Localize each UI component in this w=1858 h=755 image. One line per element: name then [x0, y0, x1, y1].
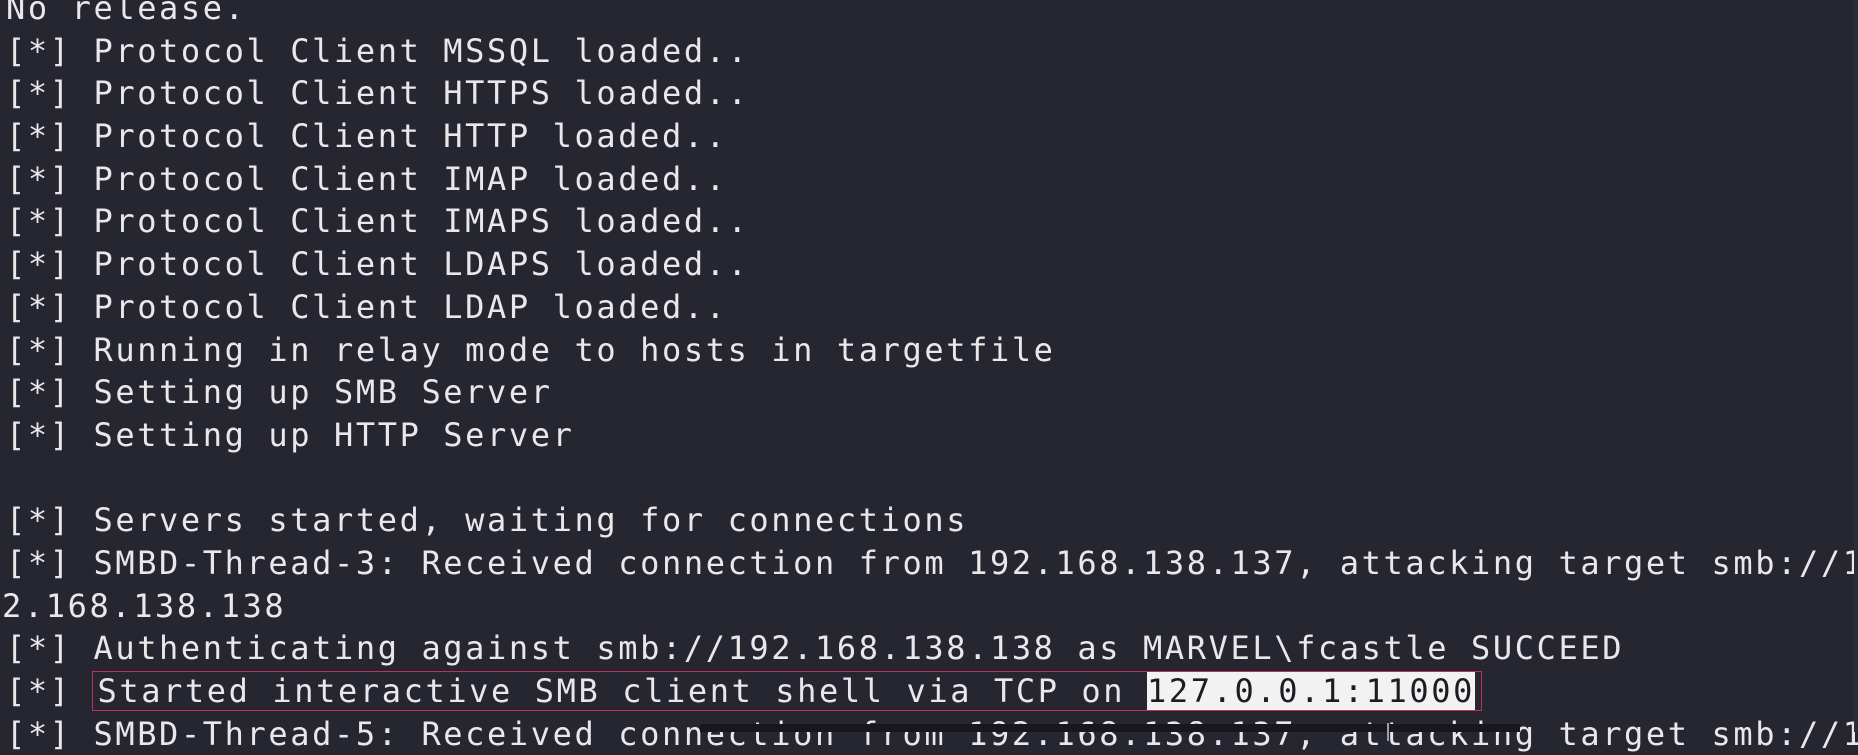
scrollbar[interactable] — [1854, 0, 1858, 732]
terminal-line: [*] Protocol Client LDAP loaded.. — [6, 287, 728, 326]
line-prefix: [*] — [6, 672, 94, 710]
shell-message: Started interactive SMB client shell via… — [97, 672, 1148, 710]
terminal-line: [*] Authenticating against smb://192.168… — [6, 629, 1625, 668]
terminal-line: [*] Protocol Client HTTP loaded.. — [6, 117, 728, 156]
terminal-line: [*] Setting up HTTP Server — [6, 415, 575, 454]
terminal-line: [*] Protocol Client HTTPS loaded.. — [6, 74, 750, 113]
terminal-line: [*] Setting up SMB Server — [6, 373, 553, 412]
terminal-line: No release. — [6, 0, 247, 27]
bottom-edge-bar — [700, 724, 1520, 732]
terminal-line: [*] Protocol Client IMAP loaded.. — [6, 159, 728, 198]
text-cursor-icon — [1387, 723, 1389, 741]
terminal-line: [*] Protocol Client MSSQL loaded.. — [6, 31, 750, 70]
terminal-line: [*] Servers started, waiting for connect… — [6, 501, 969, 540]
terminal-line-boxed: [*] Started interactive SMB client shell… — [0, 670, 1858, 713]
terminal-line-wrapped: 2.168.138.138 — [2, 586, 287, 625]
terminal-output[interactable]: No release. [*] Protocol Client MSSQL lo… — [0, 0, 1858, 753]
annotation-box: Started interactive SMB client shell via… — [92, 671, 1483, 711]
terminal-line: [*] Protocol Client LDAPS loaded.. — [6, 245, 750, 284]
terminal-line: [*] Protocol Client IMAPS loaded.. — [6, 202, 750, 241]
terminal-line: [*] SMBD-Thread-3: Received connection f… — [6, 543, 1858, 582]
terminal-line: [*] Running in relay mode to hosts in ta… — [6, 330, 1056, 369]
selected-address[interactable]: 127.0.0.1:11000 — [1147, 672, 1476, 710]
terminal-line: [*] SMBD-Thread-5: Received connection f… — [6, 714, 1858, 753]
